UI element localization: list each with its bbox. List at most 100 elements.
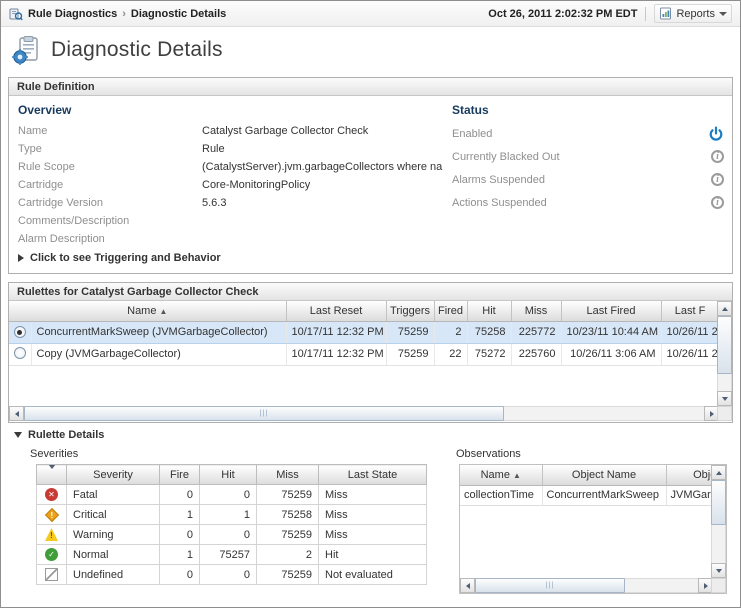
rulette-radio-selected[interactable] (14, 326, 26, 338)
column-header-name[interactable]: Name▲ (9, 301, 286, 321)
column-header-severity[interactable]: Severity (67, 465, 160, 485)
undefined-icon (45, 568, 58, 581)
observations-heading: Observations (456, 448, 521, 460)
cell-fire: 1 (160, 505, 200, 525)
scroll-left-button[interactable] (9, 406, 24, 421)
power-icon (708, 126, 724, 142)
cell-name: Copy (JVMGarbageCollector) (31, 343, 286, 365)
rule-definition-panel-title: Rule Definition (9, 78, 732, 96)
column-header-last-state[interactable]: Last State (319, 465, 427, 485)
arrow-left-icon (466, 583, 470, 589)
thumb-grip: ||| (546, 582, 554, 589)
scroll-up-button[interactable] (711, 465, 726, 480)
diagnostic-details-window: Rule Diagnostics › Diagnostic Details Oc… (0, 0, 741, 608)
diagnostic-details-icon (11, 35, 42, 66)
page-title: Diagnostic Details (51, 38, 223, 62)
field-row: Rule Scope(CatalystServer).jvm.garbageCo… (18, 158, 438, 176)
column-header-obs-name[interactable]: Name▲ (460, 465, 542, 485)
field-value: (CatalystServer).jvm.garbageCollectors w… (202, 161, 442, 173)
normal-icon (45, 548, 58, 561)
observations-table: Name▲ Object Name Object collectionTime … (460, 465, 711, 506)
status-label: Currently Blacked Out (452, 151, 711, 163)
field-row: NameCatalyst Garbage Collector Check (18, 122, 438, 140)
severity-row[interactable]: Undefined 0 0 75259 Not evaluated (37, 565, 427, 585)
rulette-radio[interactable] (14, 347, 26, 359)
arrow-up-icon (722, 307, 728, 311)
field-label: Type (18, 140, 202, 158)
cell-miss: 75258 (257, 505, 319, 525)
cell-hit: 75272 (467, 343, 511, 365)
cell-last-fired: 10/23/11 10:44 AM (561, 321, 661, 343)
severity-row[interactable]: Critical 1 1 75258 Miss (37, 505, 427, 525)
cell-severity: Critical (67, 505, 160, 525)
breadcrumb-root[interactable]: Rule Diagnostics (28, 8, 117, 20)
breadcrumb-current: Diagnostic Details (131, 8, 226, 20)
cell-miss: 75259 (257, 525, 319, 545)
rulette-row[interactable]: ConcurrentMarkSweep (JVMGarbageCollector… (9, 321, 719, 343)
triggering-behavior-expander[interactable]: Click to see Triggering and Behavior (18, 252, 221, 264)
severity-row[interactable]: Fatal 0 0 75259 Miss (37, 485, 427, 505)
severity-filter-header[interactable] (37, 465, 67, 485)
arrow-up-icon (716, 471, 722, 475)
column-header-fired[interactable]: Fired (434, 301, 467, 321)
thumb-grip: ||| (260, 410, 268, 417)
overview-fields: NameCatalyst Garbage Collector Check Typ… (18, 122, 438, 248)
cell-last-reset: 10/17/11 12:32 PM (286, 343, 386, 365)
rulettes-table: Name▲ Last Reset Triggers Fired Hit Miss… (9, 301, 720, 366)
fatal-icon (45, 488, 58, 501)
column-header-object[interactable]: Object (666, 465, 711, 485)
reports-label: Reports (676, 8, 715, 20)
hscroll-thumb[interactable]: ||| (24, 406, 504, 421)
severity-row[interactable]: Normal 1 75257 2 Hit (37, 545, 427, 565)
cell-last-state: Hit (319, 545, 427, 565)
column-header-hit[interactable]: Hit (467, 301, 511, 321)
rulette-details-collapser[interactable]: Rulette Details (8, 427, 733, 443)
column-header-last-fired[interactable]: Last Fired (561, 301, 661, 321)
expander-label: Click to see Triggering and Behavior (30, 252, 221, 264)
column-header-last-reset[interactable]: Last Reset (286, 301, 386, 321)
vscroll-thumb[interactable] (711, 480, 726, 525)
current-timestamp: Oct 26, 2011 2:02:32 PM EDT (488, 8, 637, 20)
field-label: Rule Scope (18, 158, 202, 176)
field-row: TypeRule (18, 140, 438, 158)
scroll-down-button[interactable] (717, 391, 732, 406)
cell-obs-name: collectionTime (460, 485, 542, 505)
field-value: Rule (202, 143, 225, 155)
rulettes-panel: Rulettes for Catalyst Garbage Collector … (8, 282, 733, 423)
column-header-object-name[interactable]: Object Name (542, 465, 666, 485)
rulette-details-title: Rulette Details (28, 429, 104, 441)
warning-icon (45, 528, 58, 541)
column-header-fire[interactable]: Fire (160, 465, 200, 485)
reports-button[interactable]: Reports (654, 4, 732, 23)
cell-hit: 0 (200, 485, 257, 505)
field-row: Alarm Description (18, 230, 438, 248)
hscroll-thumb[interactable]: ||| (475, 578, 625, 593)
column-header-hit[interactable]: Hit (200, 465, 257, 485)
observations-grid: Name▲ Object Name Object collectionTime … (459, 464, 727, 594)
vscroll-thumb[interactable] (717, 316, 732, 374)
cell-hit: 1 (200, 505, 257, 525)
field-row: Cartridge Version5.6.3 (18, 194, 438, 212)
cell-object: JVMGarbag (666, 485, 711, 505)
cell-last-hit: 10/26/11 2 (661, 321, 719, 343)
cell-severity: Undefined (67, 565, 160, 585)
cell-hit: 0 (200, 565, 257, 585)
scroll-up-button[interactable] (717, 301, 732, 316)
scroll-down-button[interactable] (711, 563, 726, 578)
rulette-row[interactable]: Copy (JVMGarbageCollector) 10/17/11 12:3… (9, 343, 719, 365)
cell-severity: Fatal (67, 485, 160, 505)
breadcrumb: Rule Diagnostics › Diagnostic Details (9, 7, 226, 21)
column-header-triggers[interactable]: Triggers (386, 301, 434, 321)
cell-last-state: Miss (319, 485, 427, 505)
column-header-miss[interactable]: Miss (511, 301, 561, 321)
status-label: Actions Suspended (452, 197, 711, 209)
severity-row[interactable]: Warning 0 0 75259 Miss (37, 525, 427, 545)
scroll-left-button[interactable] (460, 578, 475, 593)
cell-fire: 0 (160, 485, 200, 505)
column-header-miss[interactable]: Miss (257, 465, 319, 485)
filter-dropdown-icon[interactable] (48, 465, 56, 481)
cell-last-state: Miss (319, 505, 427, 525)
column-header-last-hit[interactable]: Last F (661, 301, 719, 321)
observation-row[interactable]: collectionTime ConcurrentMarkSweep JVMGa… (460, 485, 711, 505)
arrow-left-icon (15, 411, 19, 417)
